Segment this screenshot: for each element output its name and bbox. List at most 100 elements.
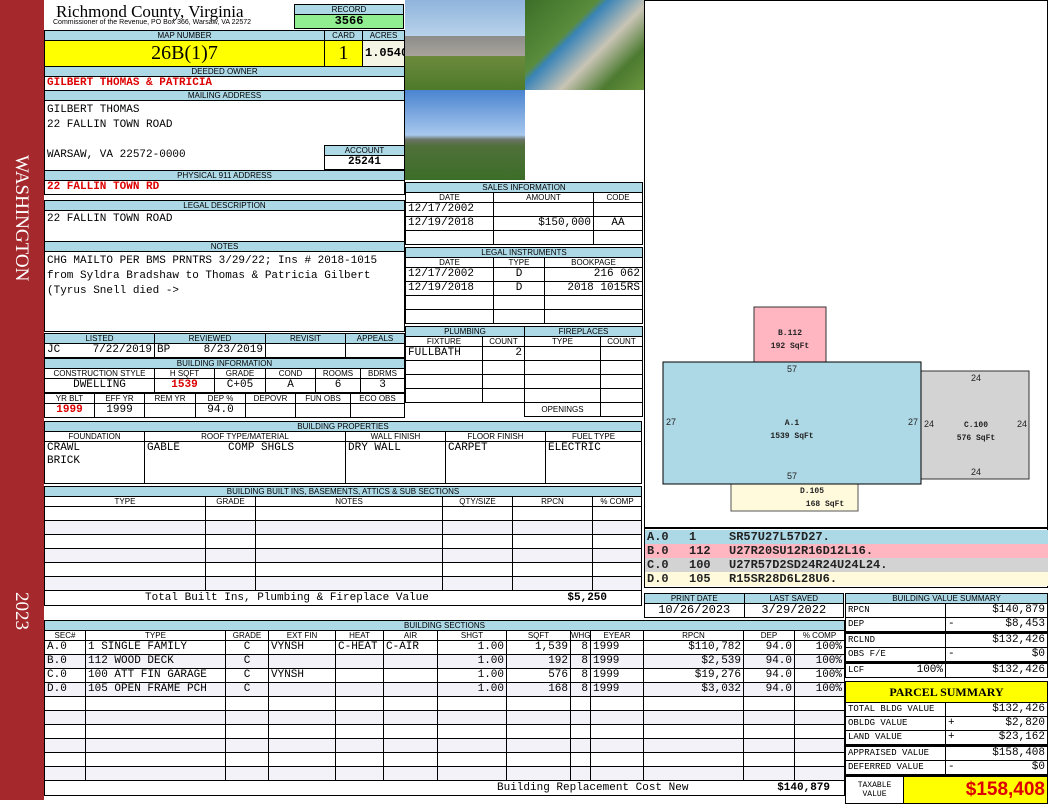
table-cell bbox=[570, 724, 591, 739]
col-header: EYEAR bbox=[590, 630, 644, 641]
table-cell bbox=[512, 534, 593, 549]
col-header: DATE bbox=[405, 192, 494, 203]
table-cell: 192 bbox=[506, 654, 571, 669]
col-header: GRADE bbox=[214, 368, 266, 379]
legal-description: LEGAL DESCRIPTION 22 FALLIN TOWN ROAD bbox=[44, 200, 405, 242]
table-cell bbox=[225, 738, 269, 753]
table-cell bbox=[383, 668, 438, 683]
property-photo[interactable] bbox=[405, 0, 526, 90]
print-date-label: PRINT DATE bbox=[644, 593, 745, 604]
year-built: 1999 bbox=[44, 403, 95, 418]
taxable-value: $158,408 bbox=[903, 775, 1048, 804]
col-header: TYPE bbox=[44, 496, 206, 507]
summary-label: RCLND bbox=[845, 632, 946, 648]
table-cell: 1.00 bbox=[437, 640, 507, 655]
table-cell bbox=[544, 309, 643, 324]
property-photo[interactable] bbox=[525, 0, 645, 90]
tax-year: 2023 bbox=[11, 592, 32, 630]
col-header: SEC# bbox=[44, 630, 86, 641]
table-cell: C-HEAT bbox=[335, 640, 384, 655]
parcel-value: $158,408 bbox=[945, 745, 1048, 761]
col-header: COUNT bbox=[482, 336, 525, 347]
code-vector: U27R20SU12R16D12L16. bbox=[729, 544, 874, 558]
table-cell bbox=[44, 520, 206, 535]
table-row bbox=[405, 388, 525, 403]
table-cell bbox=[600, 388, 643, 403]
col-header: FUN OBS bbox=[295, 393, 351, 404]
col-header: AMOUNT bbox=[493, 192, 594, 203]
table-cell bbox=[268, 724, 336, 739]
roof-type: GABLE bbox=[147, 442, 181, 455]
map-number-label: MAP NUMBER bbox=[44, 30, 325, 41]
building-sections-label: BUILDING SECTIONS bbox=[44, 620, 845, 631]
table-cell bbox=[506, 724, 571, 739]
table-cell bbox=[335, 710, 384, 725]
table-cell bbox=[85, 710, 226, 725]
sketch-code-row: B.0 112 U27R20SU12R16D12L16. bbox=[645, 544, 1048, 558]
table-cell bbox=[570, 766, 591, 781]
summary-label: DEP bbox=[845, 617, 946, 633]
property-photo[interactable] bbox=[405, 90, 526, 180]
col-header: SHGT bbox=[437, 630, 507, 641]
table-cell bbox=[437, 696, 507, 711]
table-cell: 100 ATT FIN GARAGE bbox=[85, 668, 226, 683]
table-cell bbox=[442, 548, 513, 563]
table-cell bbox=[643, 724, 744, 739]
table-row bbox=[405, 309, 643, 324]
table-cell bbox=[255, 548, 443, 563]
account-value: 25241 bbox=[324, 155, 405, 170]
col-header: QTY/SIZE bbox=[442, 496, 513, 507]
reviewed-by: BP bbox=[157, 344, 171, 357]
parcel-summary: PARCEL SUMMARY TOTAL BLDG VALUE $132,426 … bbox=[845, 681, 1048, 804]
table-cell: 1,539 bbox=[506, 640, 571, 655]
listed-by: JC bbox=[47, 344, 61, 357]
listed-label: LISTED bbox=[44, 333, 155, 344]
table-cell bbox=[255, 562, 443, 577]
bedrooms: 3 bbox=[360, 378, 405, 393]
parcel-sign: + bbox=[945, 730, 960, 746]
col-header: ROOF TYPE/MATERIAL bbox=[144, 431, 346, 442]
table-row: 12/19/2018 $150,000 AA bbox=[405, 216, 643, 231]
legal-instruments-label: LEGAL INSTRUMENTS bbox=[405, 247, 643, 258]
table-cell bbox=[506, 766, 571, 781]
col-header: GRADE bbox=[225, 630, 269, 641]
table-row bbox=[405, 230, 643, 245]
table-cell: D bbox=[493, 267, 545, 282]
col-header: DEP % bbox=[195, 393, 246, 404]
table-row: FULLBATH 2 bbox=[405, 346, 525, 361]
table-cell bbox=[437, 752, 507, 767]
table-cell bbox=[205, 576, 256, 591]
col-header: EXT FIN bbox=[268, 630, 336, 641]
physical-address: PHYSICAL 911 ADDRESS 22 FALLIN TOWN RD bbox=[44, 170, 405, 195]
building-sketch[interactable]: B.112 192 SqFt A.1 1539 SqFt C.100 576 S… bbox=[644, 0, 1048, 528]
table-cell bbox=[437, 766, 507, 781]
built-ins-table: BUILDING BUILT INS, BASEMENTS, ATTICS & … bbox=[44, 486, 642, 606]
table-cell bbox=[482, 360, 525, 375]
table-cell: 100% bbox=[794, 654, 845, 669]
table-cell bbox=[794, 752, 845, 767]
table-cell bbox=[590, 710, 644, 725]
table-cell: 1.00 bbox=[437, 682, 507, 697]
code-sec: C.0 bbox=[647, 558, 669, 572]
col-header: FOUNDATION bbox=[44, 431, 145, 442]
table-cell: 1.00 bbox=[437, 654, 507, 669]
table-cell bbox=[743, 724, 795, 739]
table-cell bbox=[383, 696, 438, 711]
table-cell bbox=[570, 696, 591, 711]
district-sidebar: WASHINGTON 2023 bbox=[0, 0, 44, 800]
sketch-dimension: 27 bbox=[666, 417, 676, 427]
heated-sqft: 1539 bbox=[154, 378, 215, 393]
parcel-value: $132,426 bbox=[945, 702, 1048, 717]
notes: NOTES CHG MAILTO PER BMS PRNTRS 3/29/22;… bbox=[44, 241, 405, 332]
table-cell: B.0 bbox=[44, 654, 86, 669]
code-sec: B.0 bbox=[647, 544, 669, 558]
table-cell bbox=[524, 374, 601, 389]
building-information-2: YR BLT EFF YR REM YR DEP % DEPOVR FUN OBS ECO … bbox=[44, 393, 405, 418]
table-cell bbox=[205, 548, 256, 563]
table-cell bbox=[85, 766, 226, 781]
table-row bbox=[44, 766, 845, 781]
table-cell: 12/17/2002 bbox=[405, 202, 494, 217]
col-header: YR BLT bbox=[44, 393, 95, 404]
table-cell bbox=[205, 562, 256, 577]
code-vector: R15SR28D6L28U6. bbox=[729, 572, 838, 586]
